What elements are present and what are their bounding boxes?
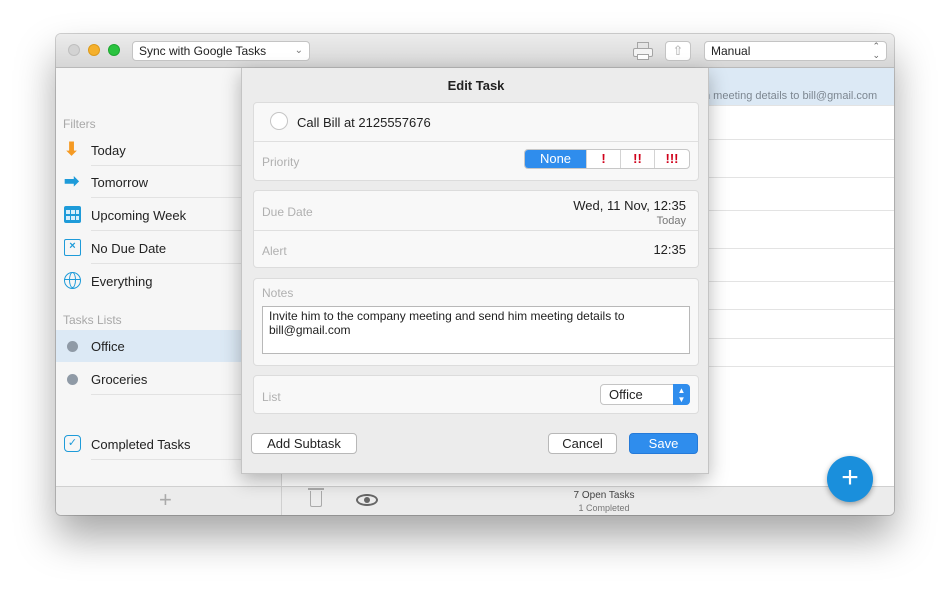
notes-label: Notes [262, 286, 294, 300]
priority-high-button[interactable]: !!! [655, 150, 689, 168]
sidebar-item-label: Upcoming Week [91, 208, 187, 223]
list-popup-value: Office [609, 387, 643, 402]
close-window-button[interactable] [68, 44, 80, 56]
screenshot-stage: Sync with Google Tasks ⌄ ⇧ Manual ⌃ ⌄ Fil… [0, 0, 950, 594]
sheet-title: Edit Task [447, 78, 505, 93]
priority-low-button[interactable]: ! [587, 150, 621, 168]
notes-textarea[interactable]: Invite him to the company meeting and se… [262, 306, 690, 354]
date-card: Due Date Wed, 11 Nov, 12:35 Today Alert … [253, 190, 699, 268]
trash-icon[interactable] [308, 488, 324, 507]
priority-medium-button[interactable]: !! [621, 150, 655, 168]
list-label: List [262, 390, 281, 404]
list-card: List Office ▲ ▼ [253, 375, 699, 414]
add-subtask-button[interactable]: Add Subtask [251, 433, 357, 454]
sort-popup-button[interactable]: Manual ⌃ ⌄ [704, 41, 887, 61]
zoom-window-button[interactable] [108, 44, 120, 56]
sidebar-item-label: Groceries [91, 372, 148, 387]
complete-checkbox[interactable] [270, 112, 288, 130]
calendar-grid-icon [64, 206, 81, 223]
task-notes-preview: n meeting details to bill@gmail.com [704, 90, 878, 102]
edit-task-sheet: Edit Task Call Bill at 2125557676 Priori… [241, 68, 709, 474]
open-tasks-count: 7 Open Tasks [573, 490, 635, 501]
priority-label: Priority [262, 155, 300, 169]
calendar-x-icon: × [64, 239, 81, 256]
cancel-button[interactable]: Cancel [548, 433, 617, 454]
minimize-window-button[interactable] [88, 44, 100, 56]
due-date-relative: Today [656, 215, 686, 227]
alert-value[interactable]: 12:35 [653, 242, 686, 257]
notes-card: Notes Invite him to the company meeting … [253, 278, 699, 366]
sidebar-item-label: Completed Tasks [91, 437, 191, 452]
priority-none-button[interactable]: None [525, 150, 587, 168]
list-popup-button[interactable]: Office ▲ ▼ [600, 384, 690, 405]
task-lists-section-label: Tasks Lists [63, 313, 122, 327]
share-icon[interactable]: ⇧ [665, 41, 691, 61]
globe-icon [64, 272, 81, 289]
due-date-value[interactable]: Wed, 11 Nov, 12:35 [573, 198, 686, 213]
list-color-dot [67, 374, 78, 385]
list-color-dot [67, 341, 78, 352]
updown-chevron-icon: ⌃ ⌄ [872, 41, 880, 60]
sort-popup-label: Manual [711, 44, 751, 58]
checkmark-icon: ✓ [64, 435, 81, 452]
sync-popup-label: Sync with Google Tasks [139, 44, 267, 58]
updown-chevron-icon: ▲ ▼ [673, 384, 690, 405]
sidebar-item-label: Everything [91, 274, 153, 289]
arrow-right-icon: ➡ [64, 171, 80, 191]
add-list-button[interactable]: + [159, 489, 172, 511]
due-date-label: Due Date [262, 205, 313, 219]
sidebar-item-label: Office [91, 339, 125, 354]
filters-section-label: Filters [63, 117, 96, 131]
arrow-down-icon: ⬇ [64, 139, 80, 159]
task-card: Call Bill at 2125557676 Priority None ! … [253, 102, 699, 181]
sync-popup-button[interactable]: Sync with Google Tasks ⌄ [132, 41, 310, 61]
priority-segmented-control: None ! !! !!! [524, 149, 690, 169]
completed-count: 1 Completed [578, 503, 630, 513]
task-list-footer: 7 Open Tasks 1 Completed [282, 486, 894, 515]
sidebar-footer: + [56, 486, 282, 515]
chevron-down-icon: ⌄ [294, 45, 303, 56]
eye-icon[interactable] [356, 494, 378, 506]
add-task-button[interactable]: + [827, 456, 873, 502]
title-bar: Sync with Google Tasks ⌄ ⇧ Manual ⌃ ⌄ [56, 34, 894, 68]
task-title-field[interactable]: Call Bill at 2125557676 [297, 115, 431, 130]
sidebar-item-label: No Due Date [91, 241, 167, 256]
printer-icon[interactable] [632, 41, 654, 61]
save-button[interactable]: Save [629, 433, 698, 454]
sidebar-item-label: Tomorrow [91, 175, 149, 190]
alert-label: Alert [262, 244, 287, 258]
sidebar-item-label: Today [91, 143, 126, 158]
